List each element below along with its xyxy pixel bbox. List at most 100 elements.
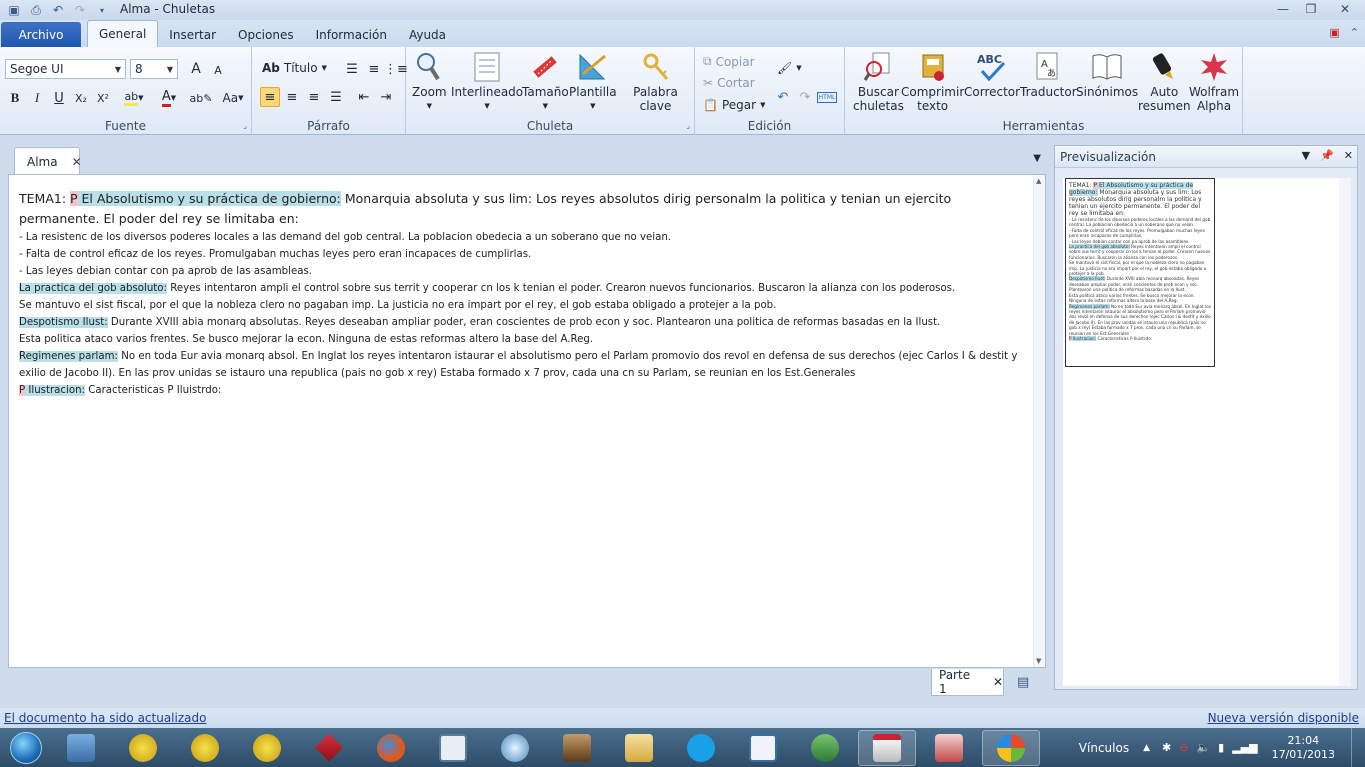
superscript-button[interactable]: X² <box>93 88 113 108</box>
taskbar-item-game[interactable] <box>548 730 606 766</box>
taskbar-item-app1[interactable] <box>52 730 110 766</box>
close-icon[interactable]: ✕ <box>993 675 1003 689</box>
tab-informacion[interactable]: Información <box>305 22 398 47</box>
align-center-button[interactable]: ≡ <box>282 87 302 107</box>
pin-icon[interactable]: 📌 <box>1320 149 1334 162</box>
taskbar-item-messenger3[interactable] <box>238 730 296 766</box>
taskbar-item-windows[interactable] <box>982 729 1040 766</box>
document-editor[interactable]: TEMA1: P El Absolutismo y su práctica de… <box>8 174 1046 668</box>
volume-icon[interactable]: 🔈 <box>1196 741 1210 754</box>
print-icon[interactable]: ⎙ <box>28 2 44 18</box>
collapse-ribbon-icon[interactable]: ⌃ <box>1350 26 1359 39</box>
maximize-button[interactable]: ❐ <box>1297 0 1325 18</box>
grow-font-button[interactable]: A <box>186 59 206 79</box>
taskbar-item-explorer[interactable] <box>610 730 668 766</box>
chevron-down-icon[interactable]: ▼ <box>1302 149 1310 162</box>
scroll-up-icon[interactable]: ▲ <box>1036 177 1041 185</box>
vertical-scrollbar[interactable]: ▲ ▼ <box>1033 175 1045 667</box>
clear-format-button[interactable]: ab✎ <box>190 88 213 108</box>
change-case-button[interactable]: Aa ▼ <box>219 88 247 108</box>
subscript-button[interactable]: X₂ <box>71 88 91 108</box>
taskbar-item-messenger2[interactable] <box>176 730 234 766</box>
preview-scrollbar[interactable] <box>1339 178 1351 686</box>
tray-expand-icon[interactable]: ▲ <box>1143 743 1150 753</box>
undo-button[interactable]: ↶ <box>773 87 793 107</box>
blocked-icon[interactable]: ⊖ <box>1179 741 1188 754</box>
new-version-link[interactable]: Nueva versión disponible <box>1208 711 1359 725</box>
taskbar-item-filezilla[interactable] <box>300 730 358 766</box>
close-icon[interactable]: ✕ <box>72 155 82 169</box>
multilevel-list-button[interactable]: ⋮≡ <box>384 59 408 79</box>
clock[interactable]: 21:04 17/01/2013 <box>1272 734 1335 762</box>
show-desktop-button[interactable] <box>1351 728 1365 767</box>
redo-button[interactable]: ↷ <box>795 87 815 107</box>
font-color-button[interactable]: A ▼ <box>154 88 184 108</box>
network-signal-icon[interactable]: ▂▄▆ <box>1232 741 1257 754</box>
decrease-indent-button[interactable]: ⇤ <box>354 87 374 107</box>
wolfram-alpha-button[interactable]: Wolfram Alpha <box>1189 51 1239 113</box>
plantilla-button[interactable]: Plantilla ▼ <box>569 51 617 113</box>
taskbar-item-firefox[interactable] <box>362 730 420 766</box>
tamano-button[interactable]: Tamaño ▼ <box>522 51 569 113</box>
taskbar-item-chuletas[interactable] <box>920 730 978 766</box>
minimize-button[interactable]: — <box>1269 0 1297 18</box>
tab-archivo[interactable]: Archivo <box>1 22 81 47</box>
underline-button[interactable]: U <box>49 88 69 108</box>
font-name-combo[interactable]: Segoe UI ▼ <box>5 59 126 79</box>
corrector-button[interactable]: ABC Corrector <box>964 51 1020 99</box>
dialog-launcher-icon[interactable]: ⌟ <box>686 121 690 130</box>
dialog-launcher-icon[interactable]: ⌟ <box>243 121 247 130</box>
tab-menu-icon[interactable]: ▼ <box>1033 153 1041 164</box>
tab-opciones[interactable]: Opciones <box>227 22 305 47</box>
pdf-icon[interactable]: ▣ <box>1329 26 1339 39</box>
format-painter-button[interactable]: 🖌 ▼ <box>777 61 802 75</box>
scroll-down-icon[interactable]: ▼ <box>1036 657 1041 665</box>
tab-insertar[interactable]: Insertar <box>158 22 227 47</box>
highlight-color-button[interactable]: ab ▼ <box>119 88 149 108</box>
buscar-chuletas-button[interactable]: Buscar chuletas <box>853 51 904 113</box>
bullets-button[interactable]: ☰ <box>342 59 362 79</box>
increase-indent-button[interactable]: ⇥ <box>376 87 396 107</box>
interlineado-button[interactable]: Interlineado ▼ <box>451 51 523 113</box>
power-icon[interactable]: ▮ <box>1218 741 1224 754</box>
save-icon[interactable]: ▣ <box>6 2 22 18</box>
close-icon[interactable]: ✕ <box>1344 149 1353 162</box>
customize-qat-icon[interactable]: ▾ <box>94 2 110 18</box>
vinculos-toolbar[interactable]: Vínculos <box>1079 741 1129 755</box>
start-button[interactable] <box>4 729 48 767</box>
traductor-button[interactable]: Aあ Traductor <box>1020 51 1077 99</box>
italic-button[interactable]: I <box>27 88 47 108</box>
zoom-button[interactable]: Zoom ▼ <box>412 51 447 113</box>
auto-resumen-button[interactable]: Auto resumen <box>1138 51 1191 113</box>
taskbar-item-calendar[interactable] <box>858 729 916 766</box>
comprimir-texto-button[interactable]: Comprimir texto <box>901 51 964 113</box>
document-content[interactable]: TEMA1: P El Absolutismo y su práctica de… <box>19 189 1035 399</box>
style-combo[interactable]: Ab Título ▼ <box>262 61 327 75</box>
shrink-font-button[interactable]: A <box>208 60 228 80</box>
page-thumbnail[interactable]: TEMA1: P El Absolutismo y su práctica de… <box>1065 178 1215 367</box>
pegar-button[interactable]: 📋 Pegar ▼ <box>703 98 765 112</box>
new-part-icon[interactable]: ▤ <box>1017 675 1029 690</box>
bold-button[interactable]: B <box>5 88 25 108</box>
document-tab[interactable]: Alma ✕ <box>14 147 82 175</box>
taskbar-item-messenger1[interactable] <box>114 730 172 766</box>
sinonimos-button[interactable]: Sinónimos <box>1076 51 1138 99</box>
copiar-button[interactable]: ⧉ Copiar <box>703 54 755 69</box>
taskbar-item-skype[interactable] <box>672 730 730 766</box>
align-right-button[interactable]: ≡ <box>304 87 324 107</box>
taskbar-item-users[interactable] <box>796 730 854 766</box>
status-message-link[interactable]: El documento ha sido actualizado <box>4 711 206 725</box>
palabra-clave-button[interactable]: Palabra clave <box>617 51 694 113</box>
undo-icon[interactable]: ↶ <box>50 2 66 18</box>
tab-general[interactable]: General <box>87 20 159 47</box>
redo-icon[interactable]: ↷ <box>72 2 88 18</box>
taskbar-item-odf[interactable] <box>734 730 792 766</box>
font-size-combo[interactable]: 8 ▼ <box>130 59 178 79</box>
part-tab[interactable]: Parte 1 ✕ <box>931 668 1004 696</box>
html-button[interactable]: HTML <box>816 87 838 107</box>
tab-ayuda[interactable]: Ayuda <box>398 22 457 47</box>
bluetooth-icon[interactable]: ✱ <box>1162 741 1171 754</box>
align-left-button[interactable]: ≡ <box>260 87 280 107</box>
numbering-button[interactable]: ≡ <box>364 59 384 79</box>
close-button[interactable]: ✕ <box>1325 0 1365 18</box>
